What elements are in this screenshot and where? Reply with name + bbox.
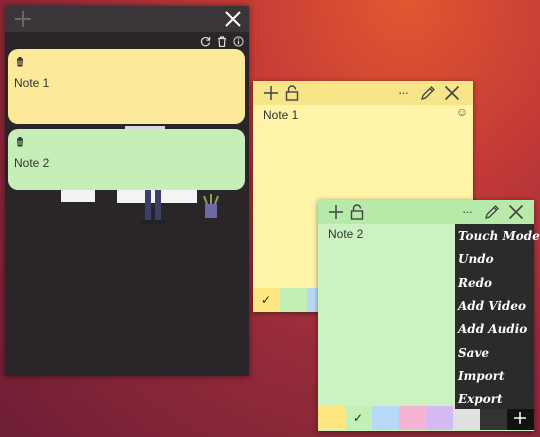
note-card-title: Note 1 xyxy=(14,76,50,90)
color-swatch-yellow[interactable]: ✓ xyxy=(253,288,280,312)
selected-check-icon: ✓ xyxy=(261,293,272,307)
color-swatch-yellow[interactable] xyxy=(318,406,345,430)
sticky-header: ··· xyxy=(318,200,534,224)
close-icon[interactable] xyxy=(223,9,243,29)
plus-icon xyxy=(512,410,528,426)
note-text[interactable]: Note 2 xyxy=(328,227,363,241)
lock-icon[interactable] xyxy=(349,203,365,221)
pencil-icon[interactable] xyxy=(419,84,437,102)
trash-icon[interactable] xyxy=(216,35,228,47)
menu-item-export[interactable]: Export xyxy=(458,392,503,406)
menu-item-save[interactable]: Save xyxy=(458,346,489,360)
menu-item-add-audio[interactable]: Add Audio xyxy=(458,322,527,336)
delete-note-icon[interactable] xyxy=(14,55,26,67)
color-swatch-green[interactable]: ✓ xyxy=(345,406,372,430)
menu-item-import[interactable]: Import xyxy=(458,369,505,383)
notes-list-window: Note 1 Note 2 xyxy=(5,6,249,376)
more-menu-icon[interactable]: ··· xyxy=(393,84,413,100)
note-card-2[interactable]: Note 2 xyxy=(8,129,245,190)
lock-icon[interactable] xyxy=(284,84,300,102)
note-card-1[interactable]: Note 1 xyxy=(8,49,245,124)
note-card-title: Note 2 xyxy=(14,156,50,170)
menu-item-touch-mode[interactable]: Touch Mode xyxy=(458,229,540,243)
color-swatch-dark[interactable] xyxy=(480,406,507,430)
color-swatch-gray[interactable] xyxy=(453,406,480,430)
more-menu-icon[interactable]: ··· xyxy=(457,203,477,219)
emoji-icon[interactable]: ☺ xyxy=(455,105,469,119)
selected-check-icon: ✓ xyxy=(353,411,364,425)
menu-item-add-video[interactable]: Add Video xyxy=(458,299,526,313)
add-icon[interactable] xyxy=(262,84,280,102)
menu-item-undo[interactable]: Undo xyxy=(458,252,494,266)
sync-icon[interactable] xyxy=(199,35,211,47)
note-text[interactable]: Note 1 xyxy=(263,108,298,122)
add-icon[interactable] xyxy=(327,203,345,221)
pencil-icon[interactable] xyxy=(483,203,501,221)
menu-item-redo[interactable]: Redo xyxy=(458,276,492,290)
color-swatch-pink[interactable] xyxy=(399,406,426,430)
info-icon[interactable] xyxy=(232,35,244,47)
close-icon[interactable] xyxy=(443,84,461,102)
close-icon[interactable] xyxy=(507,203,525,221)
sticky-header: ··· xyxy=(253,81,473,105)
color-swatch-purple[interactable] xyxy=(426,406,453,430)
color-picker: ✓ xyxy=(318,406,534,430)
notes-list-toolbar xyxy=(5,32,249,50)
color-swatch-blue[interactable] xyxy=(372,406,399,430)
context-menu: Touch Mode Undo Redo Add Video Add Audio… xyxy=(455,224,540,409)
add-note-icon[interactable] xyxy=(13,9,33,29)
notes-list-titlebar xyxy=(5,6,249,32)
new-note-button[interactable] xyxy=(507,406,534,430)
delete-note-icon[interactable] xyxy=(14,135,26,147)
color-swatch-green[interactable] xyxy=(280,288,307,312)
